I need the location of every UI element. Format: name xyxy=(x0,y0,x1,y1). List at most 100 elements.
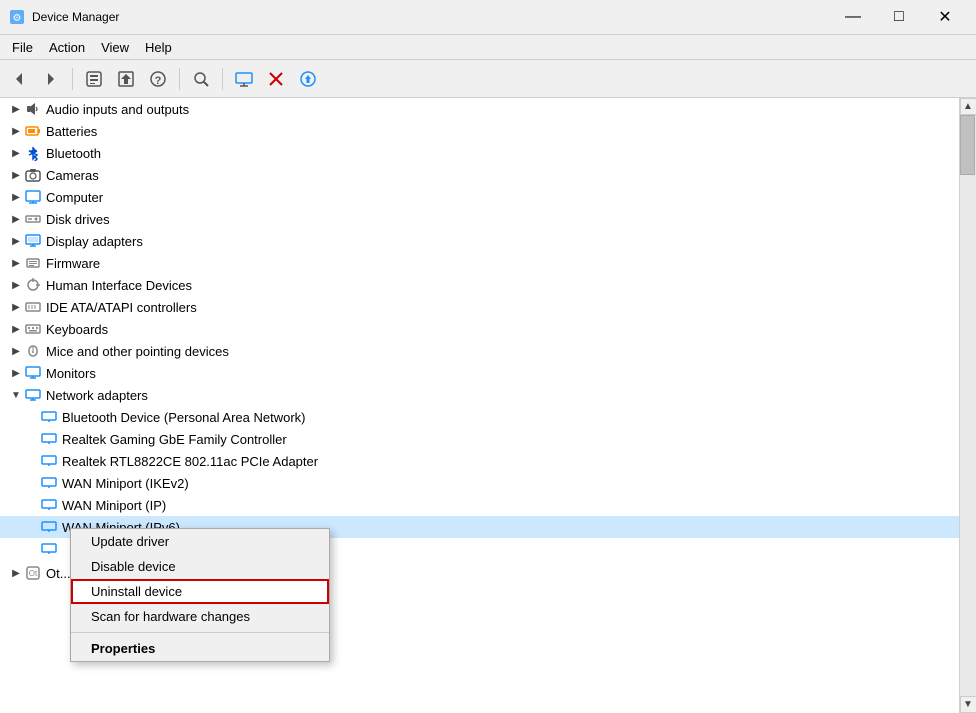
tree-item-ide[interactable]: ▶ IDE ATA/ATAPI controllers xyxy=(0,296,959,318)
icon-net-extra1 xyxy=(40,540,58,558)
close-button[interactable]: ✕ xyxy=(922,0,968,35)
tree-item-network[interactable]: ▼ Network adapters xyxy=(0,384,959,406)
help-button[interactable]: ? xyxy=(143,64,173,94)
toggle-net-wan-ikev2 xyxy=(24,475,40,491)
tree-item-display[interactable]: ▶ Display adapters xyxy=(0,230,959,252)
tree-item-audio[interactable]: ▶ Audio inputs and outputs xyxy=(0,98,959,120)
svg-text:⚙: ⚙ xyxy=(13,13,22,24)
toggle-net-bt xyxy=(24,409,40,425)
toggle-net-extra1 xyxy=(24,541,40,557)
context-update-driver[interactable]: Update driver xyxy=(71,529,329,554)
tree-item-net-realtek-wifi[interactable]: Realtek RTL8822CE 802.11ac PCIe Adapter xyxy=(0,450,959,472)
maximize-button[interactable]: □ xyxy=(876,0,922,35)
label-display: Display adapters xyxy=(46,234,143,249)
toggle-computer[interactable]: ▶ xyxy=(8,189,24,205)
tree-item-net-realtek-gbe[interactable]: Realtek Gaming GbE Family Controller xyxy=(0,428,959,450)
toggle-net-realtek-gbe xyxy=(24,431,40,447)
icon-net-realtek-wifi xyxy=(40,452,58,470)
icon-display xyxy=(24,232,42,250)
icon-net-bt xyxy=(40,408,58,426)
scroll-track[interactable] xyxy=(960,115,976,696)
toolbar-sep-3 xyxy=(222,68,223,90)
update-driver-button[interactable] xyxy=(111,64,141,94)
context-disable-device[interactable]: Disable device xyxy=(71,554,329,579)
tree-item-net-wan-ip[interactable]: WAN Miniport (IP) xyxy=(0,494,959,516)
label-net-bt: Bluetooth Device (Personal Area Network) xyxy=(62,410,306,425)
toggle-disk[interactable]: ▶ xyxy=(8,211,24,227)
icon-ide xyxy=(24,298,42,316)
tree-item-hid[interactable]: ▶ Human Interface Devices xyxy=(0,274,959,296)
icon-keyboards xyxy=(24,320,42,338)
remove-button[interactable] xyxy=(261,64,291,94)
context-scan-hardware[interactable]: Scan for hardware changes xyxy=(71,604,329,629)
toggle-batteries[interactable]: ▶ xyxy=(8,123,24,139)
icon-monitors xyxy=(24,364,42,382)
install-button[interactable] xyxy=(293,64,323,94)
context-separator xyxy=(71,632,329,633)
tree-item-net-bt[interactable]: Bluetooth Device (Personal Area Network) xyxy=(0,406,959,428)
tree-item-bluetooth[interactable]: ▶ Bluetooth xyxy=(0,142,959,164)
context-uninstall-device[interactable]: Uninstall device xyxy=(71,579,329,604)
toggle-cameras[interactable]: ▶ xyxy=(8,167,24,183)
icon-batteries xyxy=(24,122,42,140)
icon-computer xyxy=(24,188,42,206)
scroll-down-button[interactable]: ▼ xyxy=(960,696,976,713)
tree-item-monitors[interactable]: ▶ Monitors xyxy=(0,362,959,384)
minimize-button[interactable]: — xyxy=(830,0,876,35)
tree-item-net-wan-ikev2[interactable]: WAN Miniport (IKEv2) xyxy=(0,472,959,494)
tree-item-batteries[interactable]: ▶ Batteries xyxy=(0,120,959,142)
tree-item-cameras[interactable]: ▶ Cameras xyxy=(0,164,959,186)
label-hid: Human Interface Devices xyxy=(46,278,192,293)
tree-item-mice[interactable]: ▶ Mice and other pointing devices xyxy=(0,340,959,362)
app-icon: ⚙ xyxy=(8,8,26,26)
toggle-mice[interactable]: ▶ xyxy=(8,343,24,359)
menu-action[interactable]: Action xyxy=(41,38,93,57)
toggle-bluetooth[interactable]: ▶ xyxy=(8,145,24,161)
label-batteries: Batteries xyxy=(46,124,97,139)
context-properties[interactable]: Properties xyxy=(71,636,329,661)
label-mice: Mice and other pointing devices xyxy=(46,344,229,359)
toolbar-sep-1 xyxy=(72,68,73,90)
icon-net-wan-ipv6 xyxy=(40,518,58,536)
toggle-hid[interactable]: ▶ xyxy=(8,277,24,293)
toggle-display[interactable]: ▶ xyxy=(8,233,24,249)
toggle-monitors[interactable]: ▶ xyxy=(8,365,24,381)
toggle-network[interactable]: ▼ xyxy=(8,387,24,403)
label-cameras: Cameras xyxy=(46,168,99,183)
tree-item-disk[interactable]: ▶ Disk drives xyxy=(0,208,959,230)
toggle-other[interactable]: ▶ xyxy=(8,565,24,581)
scan-button[interactable] xyxy=(186,64,216,94)
label-net-realtek-gbe: Realtek Gaming GbE Family Controller xyxy=(62,432,287,447)
toggle-net-wan-ip xyxy=(24,497,40,513)
toggle-firmware[interactable]: ▶ xyxy=(8,255,24,271)
icon-net-wan-ip xyxy=(40,496,58,514)
menu-file[interactable]: File xyxy=(4,38,41,57)
menu-view[interactable]: View xyxy=(93,38,137,57)
menu-help[interactable]: Help xyxy=(137,38,180,57)
properties-button[interactable] xyxy=(79,64,109,94)
label-monitors: Monitors xyxy=(46,366,96,381)
scroll-up-button[interactable]: ▲ xyxy=(960,98,976,115)
icon-cameras xyxy=(24,166,42,184)
toggle-audio[interactable]: ▶ xyxy=(8,101,24,117)
icon-firmware xyxy=(24,254,42,272)
toggle-ide[interactable]: ▶ xyxy=(8,299,24,315)
tree-item-computer[interactable]: ▶ Computer xyxy=(0,186,959,208)
icon-bluetooth xyxy=(24,144,42,162)
label-computer: Computer xyxy=(46,190,103,205)
toggle-net-wan-ipv6 xyxy=(24,519,40,535)
window-title: Device Manager xyxy=(32,10,830,24)
tree-item-keyboards[interactable]: ▶ Keyboards xyxy=(0,318,959,340)
network-button[interactable] xyxy=(229,64,259,94)
back-button[interactable] xyxy=(4,64,34,94)
forward-button[interactable] xyxy=(36,64,66,94)
label-firmware: Firmware xyxy=(46,256,100,271)
icon-disk xyxy=(24,210,42,228)
label-disk: Disk drives xyxy=(46,212,110,227)
toolbar: ? xyxy=(0,60,976,98)
title-bar: ⚙ Device Manager — □ ✕ xyxy=(0,0,976,35)
tree-item-firmware[interactable]: ▶ Firmware xyxy=(0,252,959,274)
scroll-thumb[interactable] xyxy=(960,115,975,175)
toggle-keyboards[interactable]: ▶ xyxy=(8,321,24,337)
icon-hid xyxy=(24,276,42,294)
